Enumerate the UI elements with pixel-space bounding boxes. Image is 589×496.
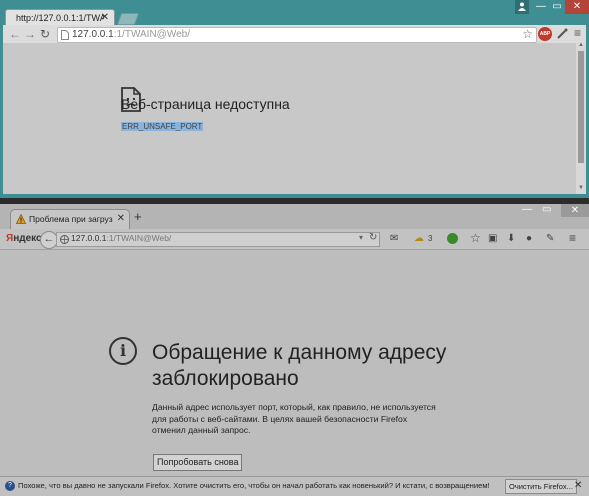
chrome-url: 127.0.0.1:1/TWAIN@Web/ [72,29,190,40]
notification-close-icon[interactable]: ✕ [574,480,582,491]
scroll-down-icon[interactable]: ▼ [578,185,584,191]
firefox-reload-icon[interactable]: ↻ [369,232,377,243]
chrome-new-tab-button[interactable] [116,13,140,25]
firefox-minimize-icon[interactable]: — [522,204,532,215]
firefox-page-content: i Обращение к данному адресу заблокирова… [0,250,589,476]
edit-icon[interactable]: ✎ [546,233,554,244]
chrome-menu-icon[interactable]: ≡ [574,26,581,40]
chrome-scrollbar-thumb[interactable] [578,51,584,163]
weather-count: 3 [428,234,433,243]
firefox-notification-bar: ? Похоже, что вы давно не запускали Fire… [0,476,589,496]
globe-icon [60,235,69,244]
page-icon [61,30,69,40]
chrome-scrollbar[interactable]: ▲ ▼ [576,42,586,194]
firefox-window: Проблема при загрузке с... ✕ + — ▭ ✕ Янд… [0,204,589,496]
chrome-error-title: Веб-страница недоступна [121,96,290,112]
chrome-maximize-icon[interactable]: ▭ [549,0,565,14]
firefox-navbar: Яндекс ← 127.0.0.1:1/TWAIN@Web/ ▾ ↻ ✉ ☁ … [0,229,589,250]
scroll-up-icon[interactable]: ▲ [578,42,584,48]
reading-list-icon[interactable]: ▣ [488,233,497,244]
chrome-tab-close-icon[interactable]: ✕ [101,12,109,23]
download-icon[interactable]: ⬇ [507,233,515,244]
firefox-urlbar[interactable]: 127.0.0.1:1/TWAIN@Web/ ▾ ↻ [56,232,380,247]
info-icon: i [109,337,137,365]
firefox-maximize-icon[interactable]: ▭ [542,204,551,215]
weather-icon[interactable]: ☁ [414,233,424,244]
retry-button[interactable]: Попробовать снова [153,454,243,471]
firefox-tab[interactable]: Проблема при загрузке с... ✕ [10,209,130,230]
firefox-error-description: Данный адрес использует порт, который, к… [152,402,436,436]
adblock-icon[interactable]: ABP [538,27,552,41]
firefox-tab-close-icon[interactable]: ✕ [117,213,125,224]
firefox-menu-icon[interactable]: ≡ [569,231,576,245]
chrome-minimize-icon[interactable]: — [533,0,549,14]
chrome-tab-title: http://127.0.0.1:1/TWAIN [16,13,104,23]
chrome-page-content [3,43,576,194]
reset-firefox-button[interactable]: Очистить Firefox... [505,479,577,494]
chrome-window: http://127.0.0.1:1/TWAIN ✕ — ▭ ✕ ← → ↻ 1… [0,0,589,198]
chat-icon[interactable]: ● [526,233,532,244]
warning-icon [16,214,26,224]
firefox-error-title: Обращение к данному адресу заблокировано [152,341,447,390]
chrome-profile-icon[interactable] [515,0,529,14]
chrome-omnibox[interactable]: 127.0.0.1:1/TWAIN@Web/ ☆ [57,27,537,43]
mail-icon[interactable]: ✉ [390,233,398,244]
firefox-url: 127.0.0.1:1/TWAIN@Web/ [71,233,172,243]
yandex-logo[interactable]: Яндекс [6,233,42,244]
firefox-new-tab-button[interactable]: + [134,209,142,224]
url-dropdown-icon[interactable]: ▾ [359,233,363,242]
bookmark-star-icon[interactable]: ☆ [470,231,481,245]
shield-icon[interactable] [447,233,458,244]
firefox-close-icon[interactable]: ✕ [561,204,589,217]
notification-text: Похоже, что вы давно не запускали Firefo… [18,481,490,490]
chrome-forward-icon[interactable]: → [24,27,36,41]
bookmark-star-icon[interactable]: ☆ [522,27,533,41]
question-icon: ? [5,481,15,491]
chrome-error-code: ERR_UNSAFE_PORT [121,122,204,131]
firefox-tab-title: Проблема при загрузке с... [29,214,113,224]
firefox-tabstrip: Проблема при загрузке с... ✕ + — ▭ ✕ [0,204,589,230]
extension-icon[interactable] [556,28,568,40]
chrome-toolbar: ← → ↻ 127.0.0.1:1/TWAIN@Web/ ☆ ABP ≡ [3,25,586,43]
chrome-reload-icon[interactable]: ↻ [40,27,50,41]
chrome-close-icon[interactable]: ✕ [565,0,589,14]
chrome-back-icon[interactable]: ← [9,27,21,41]
